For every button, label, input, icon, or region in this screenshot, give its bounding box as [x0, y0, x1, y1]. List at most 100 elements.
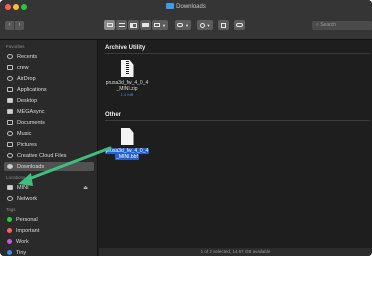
gallery-icon — [142, 23, 149, 27]
sidebar-item-label: Documents — [17, 119, 45, 126]
network-icon — [7, 196, 13, 201]
sidebar-item-documents[interactable]: Documents — [4, 118, 94, 127]
share-button[interactable] — [218, 20, 229, 30]
home-icon — [7, 65, 13, 70]
sidebar-item-label: Work — [16, 238, 29, 245]
folder-icon — [7, 109, 13, 114]
document-icon — [7, 120, 13, 125]
tag-button[interactable] — [234, 20, 245, 30]
sidebar-item-recents[interactable]: Recents — [4, 52, 94, 61]
sidebar-item-desktop[interactable]: Desktop — [4, 96, 94, 105]
file-item-zip[interactable]: prusa3d_fw_4_0_4 _MINI.zip 1.4 MB — [102, 60, 152, 97]
navigation-buttons: ‹ › — [5, 21, 24, 30]
tags-menu-button[interactable]: ▼ — [175, 20, 191, 30]
sidebar-item-label: MEGAsync — [17, 108, 45, 115]
file-name-line-2: _MINI.bbf — [115, 154, 139, 160]
grid-icon — [106, 23, 113, 27]
sidebar-item-label: Applications — [17, 86, 47, 93]
group-menu-button[interactable]: ▼ — [152, 20, 168, 30]
desktop-icon — [7, 98, 13, 103]
finder-window: Downloads ‹ › ▼ ▼ ▼ ⌕ Search Favorites R… — [0, 0, 372, 256]
column-view-button[interactable] — [128, 20, 139, 30]
group-divider — [105, 53, 370, 54]
creative-cloud-icon — [7, 153, 13, 158]
folder-icon — [166, 3, 175, 9]
sidebar-item-label: Creative Cloud Files — [17, 152, 67, 159]
drive-icon — [7, 185, 13, 190]
sidebar-item-label: Network — [17, 195, 38, 202]
list-icon — [118, 23, 125, 27]
pictures-icon — [7, 142, 13, 147]
sidebar-item-mini[interactable]: MINI ⏏ — [4, 183, 94, 192]
group-icon — [154, 23, 161, 27]
sidebar-tag-important[interactable]: Important — [4, 226, 94, 235]
sidebar-item-label: MINI — [17, 184, 29, 191]
document-icon — [120, 128, 134, 145]
tag-color-dot-icon — [7, 217, 12, 222]
chevron-down-icon: ▼ — [185, 22, 189, 28]
group-header-archive-utility: Archive Utility — [105, 45, 146, 51]
file-area: Archive Utility prusa3d_fw_4_0_4 _MINI.z… — [99, 40, 372, 248]
airdrop-icon — [7, 76, 13, 81]
sidebar-item-label: Important — [16, 227, 40, 234]
back-button[interactable]: ‹ — [5, 21, 14, 30]
chevron-down-icon: ▼ — [162, 22, 166, 28]
file-name: prusa3d_fw_4_0_4 _MINI.zip — [102, 80, 152, 92]
eject-icon[interactable]: ⏏ — [83, 185, 88, 191]
sidebar-item-label: Downloads — [17, 163, 45, 170]
status-bar: 1 of 2 selected, 14.67 GB available — [99, 248, 372, 256]
downloads-icon — [7, 164, 13, 169]
group-divider — [105, 120, 370, 121]
sidebar-item-label: Recents — [17, 53, 38, 60]
sidebar-item-label: AirDrop — [17, 75, 36, 82]
sidebar-item-applications[interactable]: Applications — [4, 85, 94, 94]
sidebar-item-label: Music — [17, 130, 32, 137]
sidebar-item-network[interactable]: Network — [4, 194, 94, 203]
favorites-header: Favorites — [6, 44, 25, 49]
chevron-down-icon: ▼ — [206, 22, 211, 28]
search-icon: ⌕ — [316, 22, 319, 28]
file-size: 1.4 MB — [120, 92, 134, 97]
tags-header: Tags — [6, 207, 16, 212]
sidebar-item-label: Tiny — [16, 249, 27, 256]
sidebar-item-music[interactable]: Music — [4, 129, 94, 138]
zip-file-icon — [120, 60, 134, 77]
list-view-button[interactable] — [116, 20, 127, 30]
group-header-other: Other — [105, 112, 122, 118]
icon-view-button[interactable] — [104, 20, 115, 30]
sidebar-item-label: crew — [17, 64, 29, 71]
window-title-text: Downloads — [176, 4, 206, 10]
sidebar-item-label: Pictures — [17, 141, 37, 148]
file-item-bbf[interactable]: prusa3d_fw_4_0_4 _MINI.bbf — [102, 128, 152, 160]
sidebar-tag-work[interactable]: Work — [4, 237, 94, 246]
sidebar-item-label: Desktop — [17, 97, 38, 104]
applications-icon — [7, 87, 13, 92]
tag-color-dot-icon — [7, 239, 12, 244]
sidebar-tag-tiny[interactable]: Tiny — [4, 248, 94, 256]
gear-icon — [199, 22, 205, 28]
tag-icon — [236, 23, 243, 27]
tag-icon — [177, 23, 184, 27]
sidebar-item-creative-cloud-files[interactable]: Creative Cloud Files — [4, 151, 94, 160]
tag-color-dot-icon — [7, 250, 12, 255]
sidebar-item-label: Personal — [16, 216, 38, 223]
sidebar-item-pictures[interactable]: Pictures — [4, 140, 94, 149]
sidebar-tag-personal[interactable]: Personal — [4, 215, 94, 224]
sidebar-item-crew[interactable]: crew — [4, 63, 94, 72]
sidebar-item-downloads[interactable]: Downloads — [4, 162, 94, 171]
sidebar: Favorites Recents crew AirDrop Applicati… — [0, 40, 98, 256]
search-placeholder: Search — [320, 22, 337, 28]
search-field[interactable]: ⌕ Search — [312, 21, 372, 30]
gallery-view-button[interactable] — [140, 20, 151, 30]
sidebar-item-airdrop[interactable]: AirDrop — [4, 74, 94, 83]
locations-header: Locations — [6, 175, 26, 180]
forward-button[interactable]: › — [14, 21, 24, 30]
share-icon — [221, 22, 226, 28]
columns-icon — [130, 22, 137, 28]
tag-color-dot-icon — [7, 228, 12, 233]
clock-icon — [7, 54, 13, 59]
toolbar: Downloads ‹ › ▼ ▼ ▼ ⌕ Search — [0, 0, 372, 40]
action-menu-button[interactable]: ▼ — [197, 20, 213, 30]
page-background — [0, 256, 372, 283]
sidebar-item-megasync[interactable]: MEGAsync — [4, 107, 94, 116]
